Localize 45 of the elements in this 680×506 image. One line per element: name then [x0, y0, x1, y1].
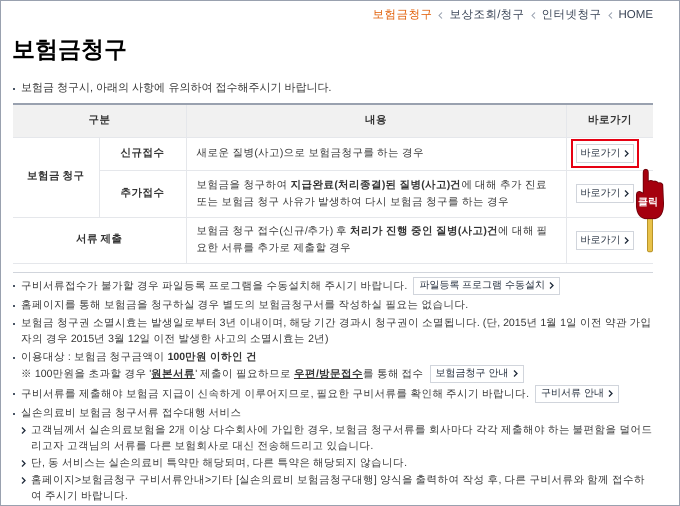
table-cell: 추가접수 — [120, 186, 164, 199]
note-text: 구비서류를 제출해야 보험금 지급이 신속하게 이루어지므로, 필요한 구비서류를 확인해 주시기 바랍니다. 구비서류 안내 — [21, 384, 619, 403]
column-header: 바로가기 — [566, 104, 653, 138]
note-text: 구비서류접수가 불가할 경우 파일등록 프로그램을 수동설치해 주시기 바랍니다. 파일등록 프로그램 수동설치 — [21, 276, 560, 295]
breadcrumb-link[interactable]: 보상조회/청구 — [449, 7, 524, 24]
note-text: 홈페이지를 통해 보험금을 청구하실 경우 별도의 보험금청구서를 작성하실 필요는 없습니다. — [21, 298, 468, 313]
note-text: 이용대상 : 보험금 청구금액이 100만원 이하인 건 — [21, 350, 257, 365]
shortcut-button[interactable]: 바로가기 — [576, 144, 634, 164]
breadcrumb-link[interactable]: 인터넷청구 — [542, 7, 602, 24]
table-cell-text: 새로운 질병(사고)으로 보험금청구를 하는 경우 — [196, 146, 426, 162]
shortcut-button[interactable]: 바로가기 — [576, 184, 634, 204]
shortcut-button[interactable]: 바로가기 — [576, 230, 634, 250]
chevron-icon — [624, 150, 628, 158]
table-cell: 서류 제출 — [76, 233, 123, 246]
breadcrumb-link[interactable]: HOME — [618, 7, 653, 24]
intro-text: 보험금 청구시, 아래의 사항에 유의하여 접수해주시기 바랍니다. — [21, 80, 332, 96]
column-header: 내용 — [186, 104, 566, 138]
guide-button[interactable]: 구비서류 안내 — [535, 384, 619, 403]
page-title: 보험금청구 — [12, 35, 128, 64]
note-text: 실손의료비 보험금 청구서류 접수대행 서비스 — [21, 406, 242, 421]
guide-button[interactable]: 보험금청구 안내 — [430, 364, 524, 383]
table-cell-text: 보험금을 청구하여 지급완료(처리종결)된 질병(사고)건에 대해 추가 진료 또는 보험금 청구 사유가 발생하여 다시 보험금 청구를 하는 경우 — [196, 178, 548, 210]
sub-note-text: 홈페이지>보험금청구 구비서류안내>기타 [실손의료비 보험금청구대행] 양식을 출력하여 작성 후, 다른 구비서류와 함께 접수하여 주시기 바랍니다. — [31, 472, 646, 504]
breadcrumb-link[interactable]: 보험금청구 — [372, 7, 432, 24]
chevron-icon — [530, 12, 536, 20]
click-label: 클릭 — [638, 196, 658, 210]
chevron-icon — [548, 282, 554, 290]
table-cell-text: 보험금 청구 접수(신규/추가) 후 처리가 진행 중인 질병(사고)건에 대해 필요한 서류를 추가로 제출할 경우 — [196, 224, 549, 256]
chevron-icon — [624, 190, 628, 198]
sub-note-text: 고객님께서 실손의료보험을 2개 이상 다수회사에 가입한 경우, 보험금 청구서류를 회사마다 각각 제출해야 하는 불편함을 덜어드리고자 고객님의 서류를 다른 보험회사로 대신 전송해드리고 있습니다. — [31, 422, 653, 454]
note-text: 보험금 청구권 소멸시효는 발생일로부터 3년 이내이며, 해당 기간 경과시 청구권이 소멸됩니다. (단, 2015년 1월 1일 이전 약관 가입자의 경우 2015년 3월 12일 이전 발생한 사고의 소멸시효는 2년) — [21, 316, 653, 347]
note-remark: ※ 100만원을 초과할 경우 '원본서류' 제출이 필요하므로 우편/방문접수를 통해 접수 — [21, 366, 424, 382]
chevron-icon — [21, 460, 26, 467]
chevron-icon — [438, 12, 444, 20]
sub-note-text: 단, 동 서비스는 실손의료비 특약만 해당되며, 다른 특약은 해당되지 않습니다. — [31, 456, 408, 471]
chevron-icon — [608, 390, 613, 398]
guide-button[interactable]: 파일등록 프로그램 수동설치 — [413, 276, 560, 295]
chevron-icon — [21, 476, 26, 484]
chevron-icon — [608, 12, 612, 20]
column-header: 구분 — [13, 104, 186, 138]
chevron-icon — [624, 236, 628, 244]
table-cell: 신규접수 — [120, 146, 164, 159]
chevron-icon — [21, 426, 26, 434]
chevron-icon — [512, 370, 518, 378]
table-cell: 보험금 청구 — [26, 170, 85, 182]
